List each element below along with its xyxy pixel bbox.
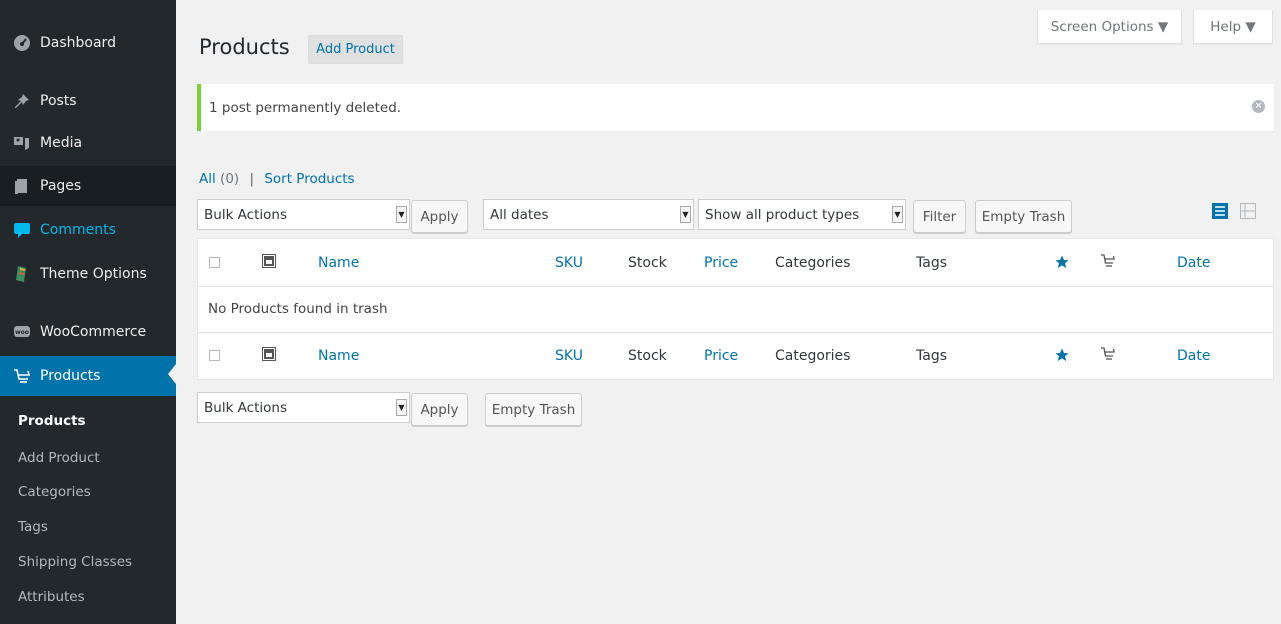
column-sku[interactable]: SKU — [555, 255, 583, 271]
svg-text:woo: woo — [15, 329, 29, 336]
image-column-icon — [262, 254, 276, 272]
chevron-down-icon: ▼ — [396, 206, 407, 223]
product-type-select[interactable]: Show all product types ▼ — [698, 199, 906, 230]
table-header-row: Name SKU Stock Price Categories Tags Dat… — [198, 239, 1273, 287]
column-tags: Tags — [916, 348, 947, 364]
select-all-checkbox-footer[interactable] — [209, 350, 220, 361]
column-stock: Stock — [628, 255, 667, 271]
status-views: All (0) | Sort Products — [199, 171, 355, 187]
submenu-attributes[interactable]: Attributes — [18, 589, 85, 605]
chevron-down-icon: ▼ — [396, 399, 407, 416]
submenu-shipping-classes[interactable]: Shipping Classes — [18, 554, 132, 570]
submenu-tags[interactable]: Tags — [18, 519, 48, 535]
filter-button[interactable]: Filter — [913, 200, 966, 233]
sidebar-item-label: Dashboard — [40, 35, 116, 51]
chevron-down-icon: ▼ — [680, 206, 691, 223]
column-date[interactable]: Date — [1177, 255, 1210, 271]
view-separator: | — [249, 171, 255, 187]
chevron-down-icon: ▼ — [892, 206, 903, 223]
products-table: Name SKU Stock Price Categories Tags Dat… — [197, 238, 1274, 380]
admin-sidebar: Dashboard Posts Media Pages Comments The… — [0, 0, 176, 624]
sidebar-item-label: Products — [40, 368, 101, 384]
column-date[interactable]: Date — [1177, 348, 1210, 364]
submenu-products[interactable]: Products — [18, 413, 86, 429]
dismiss-icon[interactable]: × — [1252, 100, 1265, 113]
sidebar-item-label: Media — [40, 135, 83, 151]
pages-icon — [12, 176, 32, 196]
column-price[interactable]: Price — [704, 255, 738, 271]
sidebar-item-comments[interactable]: Comments — [0, 212, 176, 248]
sidebar-item-label: Posts — [40, 93, 77, 109]
sort-products-link[interactable]: Sort Products — [264, 171, 354, 187]
bulk-actions-value: Bulk Actions — [204, 399, 287, 416]
add-product-button[interactable]: Add Product — [308, 35, 403, 64]
sidebar-item-products[interactable]: Products — [0, 356, 176, 396]
featured-star-icon[interactable] — [1055, 255, 1069, 273]
column-name[interactable]: Name — [318, 348, 359, 364]
list-view-icon[interactable] — [1212, 203, 1228, 219]
sidebar-item-label: Pages — [40, 178, 82, 194]
empty-trash-button-top[interactable]: Empty Trash — [975, 200, 1072, 233]
product-type-value: Show all product types — [705, 206, 860, 223]
no-items-message: No Products found in trash — [208, 301, 388, 317]
image-column-icon — [262, 347, 276, 365]
featured-star-icon[interactable] — [1055, 348, 1069, 366]
view-all-count: (0) — [220, 171, 240, 187]
sidebar-item-woocommerce[interactable]: woo WooCommerce — [0, 314, 176, 350]
bulk-actions-select-bottom[interactable]: Bulk Actions ▼ — [197, 392, 410, 423]
column-tags: Tags — [916, 255, 947, 271]
page-title: Products — [199, 35, 290, 59]
apply-button-top[interactable]: Apply — [411, 200, 468, 233]
dates-filter-select[interactable]: All dates ▼ — [483, 199, 694, 230]
select-all-checkbox[interactable] — [209, 257, 220, 268]
table-row: No Products found in trash — [198, 287, 1273, 333]
deleted-notice: 1 post permanently deleted. × — [197, 84, 1274, 131]
sidebar-item-dashboard[interactable]: Dashboard — [0, 25, 176, 61]
help-tab[interactable]: Help ▼ — [1193, 10, 1273, 44]
column-categories: Categories — [775, 348, 851, 364]
excerpt-view-icon[interactable] — [1240, 203, 1256, 219]
sidebar-item-label: WooCommerce — [40, 324, 147, 340]
comments-icon — [12, 220, 32, 240]
apply-button-bottom[interactable]: Apply — [411, 393, 468, 426]
column-price[interactable]: Price — [704, 348, 738, 364]
sidebar-item-pages[interactable]: Pages — [0, 166, 176, 206]
sidebar-item-label: Comments — [40, 222, 116, 238]
notice-message: 1 post permanently deleted. — [209, 99, 402, 116]
active-menu-arrow — [168, 364, 176, 384]
column-categories: Categories — [775, 255, 851, 271]
column-name[interactable]: Name — [318, 255, 359, 271]
submenu-add-product[interactable]: Add Product — [18, 450, 100, 466]
table-footer-row: Name SKU Stock Price Categories Tags Dat… — [198, 333, 1273, 379]
cart-icon — [1101, 254, 1115, 273]
sidebar-item-label: Theme Options — [40, 266, 147, 282]
screen-options-tab[interactable]: Screen Options ▼ — [1037, 10, 1182, 44]
dashboard-icon — [12, 33, 32, 53]
bulk-actions-select-top[interactable]: Bulk Actions ▼ — [197, 199, 410, 230]
pin-icon — [12, 91, 32, 111]
sidebar-item-posts[interactable]: Posts — [0, 83, 176, 119]
bulk-actions-value: Bulk Actions — [204, 206, 287, 223]
woocommerce-icon: woo — [12, 322, 32, 342]
dates-filter-value: All dates — [490, 206, 549, 223]
submenu-categories[interactable]: Categories — [18, 484, 91, 500]
empty-trash-button-bottom[interactable]: Empty Trash — [485, 393, 582, 426]
column-sku[interactable]: SKU — [555, 348, 583, 364]
column-stock: Stock — [628, 348, 667, 364]
media-icon — [12, 133, 32, 153]
sidebar-item-theme-options[interactable]: Theme Options — [0, 256, 176, 292]
theme-options-icon — [12, 264, 32, 284]
sidebar-item-media[interactable]: Media — [0, 125, 176, 161]
cart-icon — [12, 366, 32, 386]
view-all-link[interactable]: All — [199, 171, 216, 187]
cart-icon — [1101, 347, 1115, 366]
